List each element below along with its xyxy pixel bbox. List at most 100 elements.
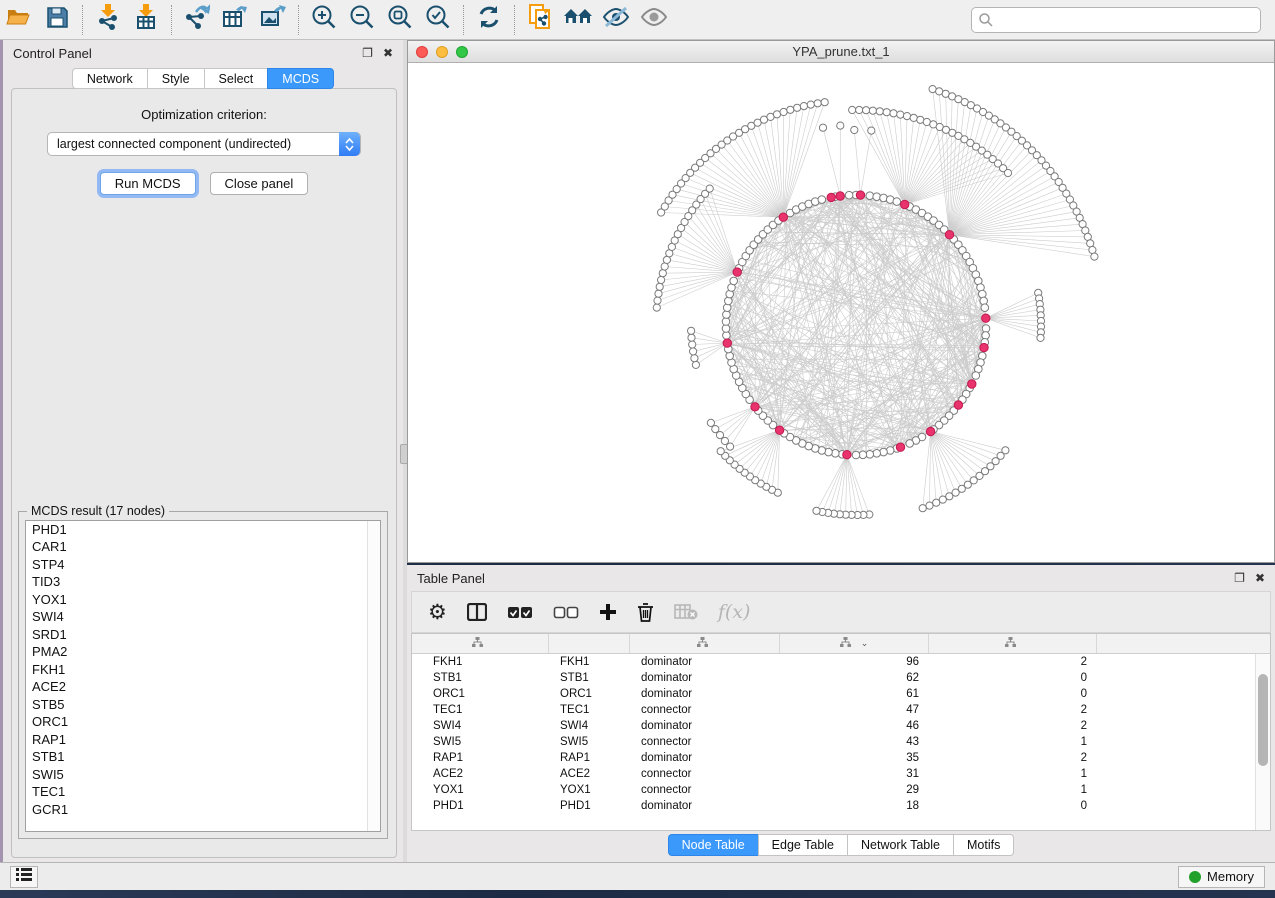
task-history-button[interactable]	[10, 866, 38, 888]
show-all-button[interactable]	[635, 3, 673, 37]
table-scrollbar-thumb[interactable]	[1258, 674, 1268, 766]
mcds-result-item[interactable]: STP4	[26, 556, 380, 574]
cell-successor-nodes[interactable]: 18	[780, 800, 929, 812]
cell-predecessor-nodes[interactable]: 0	[929, 672, 1097, 684]
cell-mcds-role[interactable]: connector	[630, 736, 780, 748]
cell-predecessor-nodes[interactable]: 1	[929, 768, 1097, 780]
table-row-yox1[interactable]: YOX1YOX1connector291	[412, 782, 1255, 798]
table-row-swi5[interactable]: SWI5SWI5connector431	[412, 734, 1255, 750]
cell-shared-name[interactable]: STB1	[412, 672, 549, 684]
cell-shared-name[interactable]: PHD1	[412, 800, 549, 812]
open-session-button[interactable]	[0, 3, 38, 37]
float-panel-icon[interactable]: ❐	[1234, 572, 1245, 584]
close-panel-icon[interactable]: ✖	[383, 47, 393, 59]
cell-successor-nodes[interactable]: 47	[780, 704, 929, 716]
cell-successor-nodes[interactable]: 61	[780, 688, 929, 700]
cell-successor-nodes[interactable]: 35	[780, 752, 929, 764]
zoom-selected-button[interactable]	[419, 3, 457, 37]
cell-shared-name[interactable]: SWI4	[412, 720, 549, 732]
import-network-button[interactable]	[89, 3, 127, 37]
mcds-result-item[interactable]: SWI5	[26, 766, 380, 784]
cell-predecessor-nodes[interactable]: 2	[929, 720, 1097, 732]
mcds-result-item[interactable]: TEC1	[26, 784, 380, 802]
cell-name[interactable]: RAP1	[549, 752, 630, 764]
cell-mcds-role[interactable]: dominator	[630, 800, 780, 812]
tab-motifs[interactable]: Motifs	[953, 834, 1014, 856]
run-mcds-button[interactable]: Run MCDS	[100, 172, 196, 195]
cell-name[interactable]: FKH1	[549, 656, 630, 668]
tab-node-table[interactable]: Node Table	[668, 834, 758, 856]
clone-network-button[interactable]	[521, 3, 559, 37]
cell-predecessor-nodes[interactable]: 0	[929, 688, 1097, 700]
table-row-phd1[interactable]: PHD1PHD1dominator180	[412, 798, 1255, 814]
table-row-fkh1[interactable]: FKH1FKH1dominator962	[412, 654, 1255, 670]
cell-shared-name[interactable]: ORC1	[412, 688, 549, 700]
cell-name[interactable]: YOX1	[549, 784, 630, 796]
cell-predecessor-nodes[interactable]: 1	[929, 784, 1097, 796]
cell-successor-nodes[interactable]: 31	[780, 768, 929, 780]
mcds-result-item[interactable]: PHD1	[26, 521, 380, 539]
delete-column-icon[interactable]	[637, 603, 654, 622]
cell-mcds-role[interactable]: dominator	[630, 720, 780, 732]
zoom-fit-button[interactable]	[381, 3, 419, 37]
cell-mcds-role[interactable]: dominator	[630, 688, 780, 700]
cell-mcds-role[interactable]: dominator	[630, 656, 780, 668]
table-mode-gear-icon[interactable]: ⚙	[428, 600, 447, 625]
table-row-orc1[interactable]: ORC1ORC1dominator610	[412, 686, 1255, 702]
mcds-result-item[interactable]: RAP1	[26, 731, 380, 749]
minimize-window-icon[interactable]	[436, 46, 448, 58]
export-table-button[interactable]	[216, 3, 254, 37]
mcds-result-item[interactable]: STB1	[26, 749, 380, 767]
add-column-icon[interactable]	[599, 603, 617, 621]
zoom-out-button[interactable]	[343, 3, 381, 37]
memory-button[interactable]: Memory	[1178, 866, 1265, 888]
cell-mcds-role[interactable]: connector	[630, 768, 780, 780]
column-header-mcds-role[interactable]	[630, 634, 780, 653]
cell-successor-nodes[interactable]: 43	[780, 736, 929, 748]
redraw-network-button[interactable]	[470, 3, 508, 37]
export-network-button[interactable]	[178, 3, 216, 37]
cell-mcds-role[interactable]: connector	[630, 704, 780, 716]
mcds-result-item[interactable]: ACE2	[26, 679, 380, 697]
save-session-button[interactable]	[38, 3, 76, 37]
cell-name[interactable]: STB1	[549, 672, 630, 684]
cell-mcds-role[interactable]: dominator	[630, 752, 780, 764]
network-canvas[interactable]	[408, 63, 1274, 562]
column-header-name[interactable]	[549, 634, 630, 653]
cell-shared-name[interactable]: ACE2	[412, 768, 549, 780]
mcds-result-item[interactable]: GCR1	[26, 801, 380, 819]
cell-successor-nodes[interactable]: 29	[780, 784, 929, 796]
float-panel-icon[interactable]: ❐	[362, 47, 373, 59]
mcds-result-item[interactable]: CAR1	[26, 539, 380, 557]
column-header-successor-nodes[interactable]: ⌄	[780, 634, 929, 653]
mcds-result-item[interactable]: ORC1	[26, 714, 380, 732]
tab-style[interactable]: Style	[147, 68, 204, 89]
unselect-all-columns-icon[interactable]	[553, 606, 579, 619]
show-columns-icon[interactable]	[467, 603, 487, 621]
table-row-rap1[interactable]: RAP1RAP1dominator352	[412, 750, 1255, 766]
cell-name[interactable]: ACE2	[549, 768, 630, 780]
cell-name[interactable]: ORC1	[549, 688, 630, 700]
mcds-result-item[interactable]: TID3	[26, 574, 380, 592]
cell-shared-name[interactable]: TEC1	[412, 704, 549, 716]
column-header-shared-name[interactable]	[412, 634, 549, 653]
close-panel-icon[interactable]: ✖	[1255, 572, 1265, 584]
mcds-result-item[interactable]: STB5	[26, 696, 380, 714]
cell-mcds-role[interactable]: connector	[630, 784, 780, 796]
cell-predecessor-nodes[interactable]: 2	[929, 656, 1097, 668]
cell-shared-name[interactable]: SWI5	[412, 736, 549, 748]
cell-successor-nodes[interactable]: 96	[780, 656, 929, 668]
tab-mcds[interactable]: MCDS	[267, 68, 334, 89]
table-row-stb1[interactable]: STB1STB1dominator620	[412, 670, 1255, 686]
tab-network-table[interactable]: Network Table	[847, 834, 953, 856]
cell-mcds-role[interactable]: dominator	[630, 672, 780, 684]
first-neighbors-button[interactable]	[559, 3, 597, 37]
export-image-button[interactable]	[254, 3, 292, 37]
import-table-button[interactable]	[127, 3, 165, 37]
cell-predecessor-nodes[interactable]: 0	[929, 800, 1097, 812]
cell-name[interactable]: PHD1	[549, 800, 630, 812]
mcds-result-list[interactable]: PHD1CAR1STP4TID3YOX1SWI4SRD1PMA2FKH1ACE2…	[25, 520, 381, 832]
tab-select[interactable]: Select	[204, 68, 268, 89]
cell-name[interactable]: SWI4	[549, 720, 630, 732]
list-scrollbar-track[interactable]	[367, 521, 380, 831]
